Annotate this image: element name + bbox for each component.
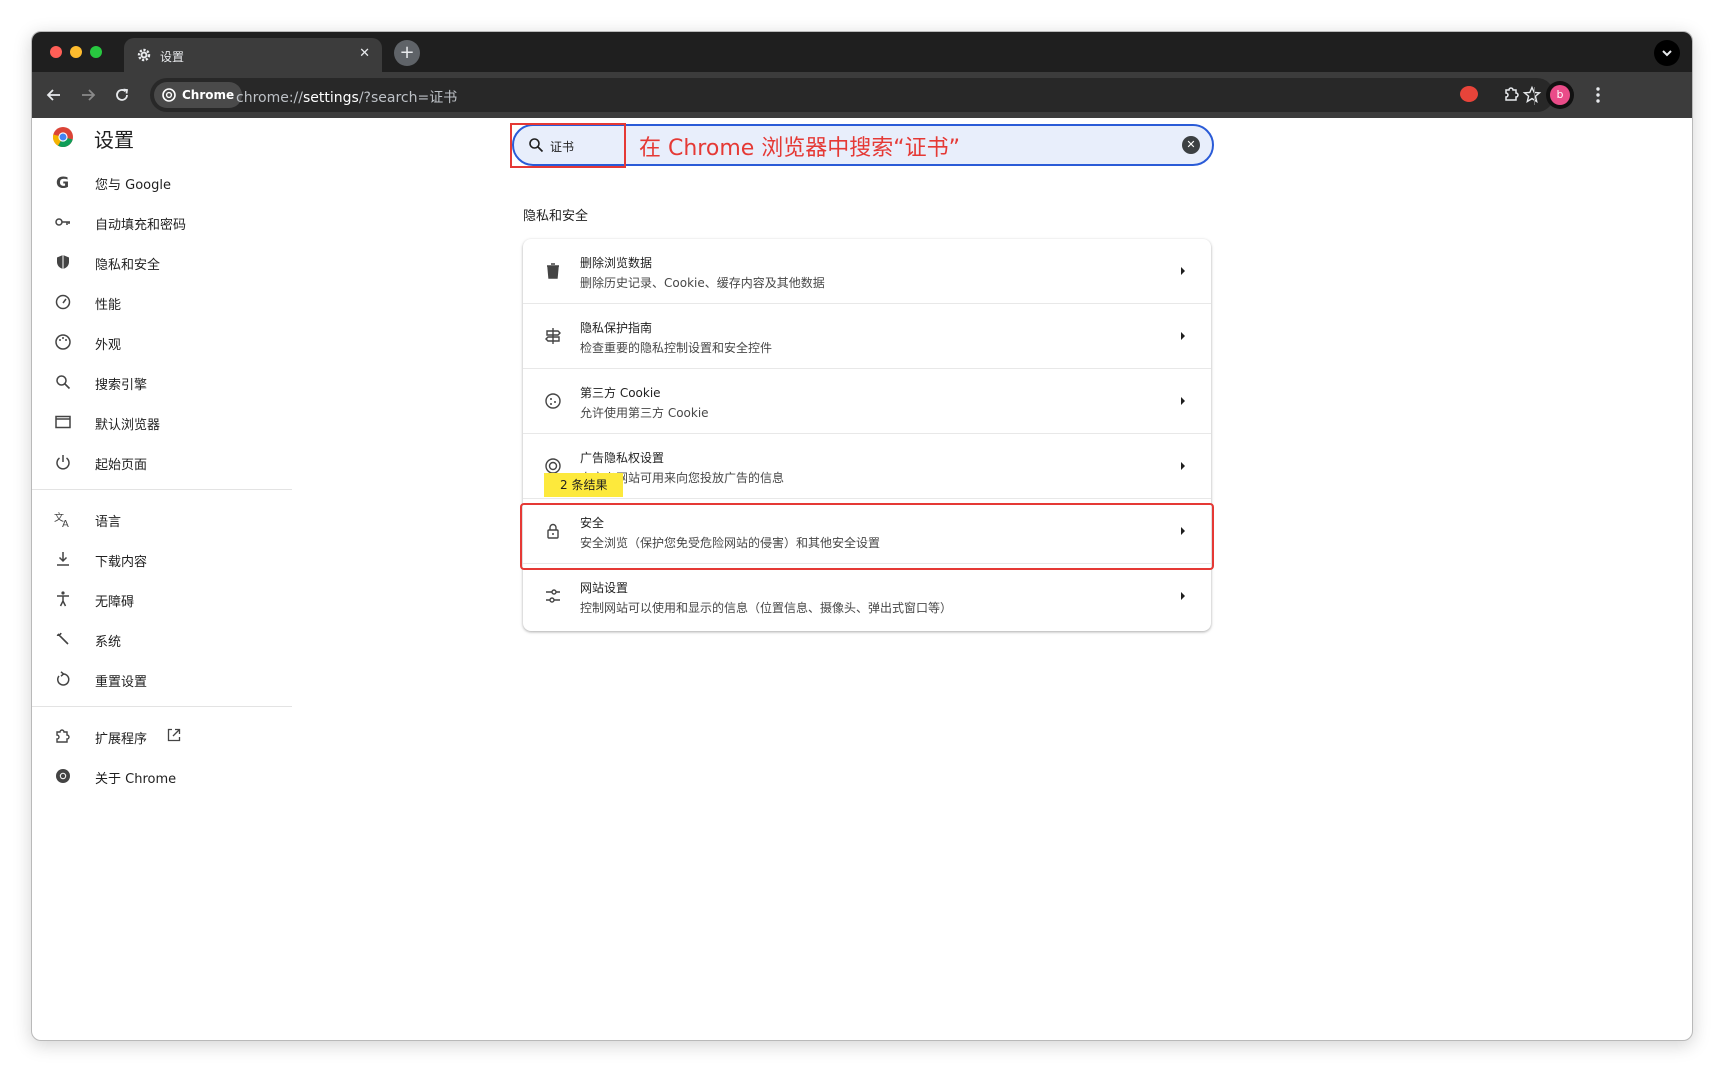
google-icon: G <box>56 173 69 191</box>
chevron-right-icon <box>1181 267 1185 275</box>
signpost-icon <box>545 328 561 344</box>
tab-settings[interactable]: 设置 ✕ <box>124 38 382 72</box>
browser-window: 设置 ✕ + Chrome chrome://settings/?search=… <box>31 31 1693 1041</box>
section-title: 隐私和安全 <box>523 209 589 224</box>
annotation-text: 在 Chrome 浏览器中搜索“证书” <box>639 136 961 161</box>
sidebar-item-reset-settings[interactable]: 重置设置 <box>32 659 292 699</box>
palette-icon <box>55 334 71 350</box>
chevron-right-icon <box>1181 462 1185 470</box>
gear-icon <box>137 48 151 62</box>
chevron-right-icon <box>1181 592 1185 600</box>
extension-icon[interactable] <box>1460 86 1478 102</box>
maximize-window-button[interactable] <box>90 46 102 58</box>
address-bar[interactable]: Chrome chrome://settings/?search=证书 <box>150 78 1554 112</box>
bookmark-star-icon[interactable] <box>1522 85 1542 105</box>
chrome-icon <box>162 88 176 102</box>
sidebar-item-languages[interactable]: 文A 语言 <box>32 499 292 539</box>
search-icon <box>56 375 71 390</box>
close-window-button[interactable] <box>50 46 62 58</box>
sidebar-item-accessibility[interactable]: 无障碍 <box>32 579 292 619</box>
browser-window-icon <box>55 415 71 429</box>
close-tab-icon[interactable]: ✕ <box>359 46 370 61</box>
sidebar-item-autofill[interactable]: 自动填充和密码 <box>32 202 292 242</box>
sidebar-item-system[interactable]: 系统 <box>32 619 292 659</box>
chevron-right-icon <box>1181 397 1185 405</box>
row-privacy-guide[interactable]: 隐私保护指南 检查重要的隐私控制设置和安全控件 <box>523 304 1211 369</box>
puzzle-icon <box>56 729 70 743</box>
back-arrow-icon[interactable] <box>44 85 64 105</box>
site-chip[interactable]: Chrome <box>154 82 243 108</box>
chevron-down-icon <box>1662 50 1672 57</box>
minimize-window-button[interactable] <box>70 46 82 58</box>
row-site-settings[interactable]: 网站设置 控制网站可以使用和显示的信息（位置信息、摄像头、弹出式窗口等） <box>523 564 1211 629</box>
external-link-icon <box>167 728 181 742</box>
row-clear-browsing-data[interactable]: 删除浏览数据 删除历史记录、Cookie、缓存内容及其他数据 <box>523 239 1211 304</box>
sidebar-item-about-chrome[interactable]: 关于 Chrome <box>32 756 292 796</box>
sidebar-item-privacy[interactable]: 隐私和安全 <box>32 242 292 282</box>
page-title: 设置 <box>94 128 134 152</box>
sidebar-item-default-browser[interactable]: 默认浏览器 <box>32 402 292 442</box>
tab-title: 设置 <box>160 50 185 64</box>
sidebar-item-performance[interactable]: 性能 <box>32 282 292 322</box>
sidebar-item-downloads[interactable]: 下载内容 <box>32 539 292 579</box>
sidebar-divider <box>32 489 292 490</box>
avatar-letter: b <box>1550 85 1570 105</box>
chevron-right-icon <box>1181 332 1185 340</box>
sidebar-item-on-startup[interactable]: 起始页面 <box>32 442 292 482</box>
row-third-party-cookies[interactable]: 第三方 Cookie 允许使用第三方 Cookie <box>523 369 1211 434</box>
row-ad-privacy[interactable]: 广告隐私权设置 自定义网站可用来向您投放广告的信息 <box>523 434 1211 499</box>
sidebar-item-extensions[interactable]: 扩展程序 <box>32 716 292 756</box>
translate-icon: 文A <box>54 511 69 528</box>
svg-text:A: A <box>62 519 69 528</box>
sliders-icon <box>546 589 560 603</box>
shield-icon <box>57 255 69 269</box>
security-row-highlight-box <box>520 503 1214 570</box>
privacy-settings-card: 删除浏览数据 删除历史记录、Cookie、缓存内容及其他数据 隐私保护指南 检查… <box>523 239 1211 631</box>
power-icon <box>56 455 70 470</box>
chrome-logo-icon <box>52 127 73 148</box>
chrome-icon <box>56 769 70 783</box>
tab-search-button[interactable] <box>1654 40 1680 66</box>
trash-icon <box>547 263 559 279</box>
new-tab-button[interactable]: + <box>394 40 420 66</box>
profile-avatar[interactable]: b <box>1546 81 1574 109</box>
clear-search-icon[interactable]: ✕ <box>1182 136 1200 154</box>
url-text: chrome://settings/?search=证书 <box>236 90 458 106</box>
toolbar-divider <box>1534 87 1535 105</box>
svg-text:G: G <box>56 173 69 191</box>
key-icon <box>55 218 70 226</box>
extensions-puzzle-icon[interactable] <box>1502 84 1522 104</box>
sidebar-item-search-engine[interactable]: 搜索引擎 <box>32 362 292 402</box>
sidebar-divider <box>32 706 292 707</box>
more-menu-icon[interactable] <box>1588 85 1608 105</box>
search-results-badge: 2 条结果 <box>544 473 624 497</box>
sidebar-item-appearance[interactable]: 外观 <box>32 322 292 362</box>
site-chip-label: Chrome <box>182 88 235 102</box>
title-bar: 设置 ✕ + <box>32 32 1692 72</box>
wrench-icon <box>56 632 69 645</box>
forward-arrow-icon[interactable] <box>78 85 98 105</box>
accessibility-icon <box>57 591 69 607</box>
speedometer-icon <box>55 294 71 310</box>
sidebar-nav: G 您与 Google 自动填充和密码 隐私和安全 性能 外观 搜索引擎 默认浏… <box>32 162 292 796</box>
download-icon <box>57 552 69 566</box>
sidebar-item-you-and-google[interactable]: G 您与 Google <box>32 162 292 202</box>
cookie-icon <box>545 393 561 409</box>
toolbar: Chrome chrome://settings/?search=证书 b <box>32 72 1692 118</box>
reset-icon <box>57 671 70 686</box>
reload-icon[interactable] <box>112 85 132 105</box>
search-highlight-box <box>510 123 626 168</box>
